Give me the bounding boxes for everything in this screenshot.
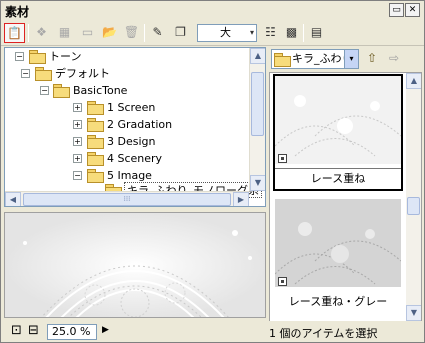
panel-menu-icon: ▤ bbox=[310, 25, 323, 39]
scroll-up-icon[interactable]: ▲ bbox=[250, 48, 265, 64]
material-preview bbox=[4, 212, 266, 318]
expand-icon[interactable]: + bbox=[73, 120, 82, 129]
new-folder-icon: ▭ bbox=[81, 25, 94, 39]
folder-icon bbox=[87, 101, 104, 115]
open-folder-icon: 📂 bbox=[102, 25, 117, 39]
thumbnail-name: レース重ね・グレー bbox=[288, 295, 388, 308]
toolbar-separator bbox=[144, 24, 145, 42]
folder-icon bbox=[87, 152, 104, 166]
tone-icon: ❖ bbox=[36, 25, 47, 39]
tree-item-label: 3 Design bbox=[107, 135, 156, 148]
thumbnail-item[interactable]: レース重ね・グレー bbox=[273, 197, 403, 313]
thumbnail-item[interactable]: レース重ね bbox=[273, 74, 403, 191]
scrollbar-thumb[interactable] bbox=[251, 72, 264, 136]
folder-icon bbox=[87, 169, 104, 183]
folder-icon bbox=[274, 53, 291, 67]
paste-material-icon: 📋 bbox=[7, 26, 22, 40]
scroll-left-icon[interactable]: ◀ bbox=[5, 192, 21, 206]
status-bar: ⊡ ⊟ 25.0 % ▶ 1 個のアイテムを選択 bbox=[1, 321, 424, 342]
zoom-menu-icon[interactable]: ▶ bbox=[102, 325, 109, 335]
toolbar-separator bbox=[28, 24, 29, 42]
scroll-up-icon[interactable]: ▲ bbox=[406, 73, 421, 89]
window-title: 素材 bbox=[5, 5, 30, 19]
minimize-button[interactable]: ▭ bbox=[389, 3, 404, 17]
thumbnail-image bbox=[275, 199, 401, 287]
tree-item-label: 1 Screen bbox=[107, 101, 156, 114]
chevron-down-icon: ▾ bbox=[249, 28, 254, 37]
open-folder-button[interactable]: 📂 bbox=[99, 23, 120, 43]
collapse-icon[interactable]: − bbox=[73, 171, 82, 180]
scrollbar-thumb[interactable]: ⁞⁞⁞ bbox=[23, 193, 231, 206]
tree-item-label: 4 Scenery bbox=[107, 152, 163, 165]
delete-icon: 🗑 bbox=[123, 25, 140, 39]
tree-item-label: 2 Gradation bbox=[107, 118, 173, 131]
fit-view-icon[interactable]: ⊡ bbox=[11, 323, 22, 338]
paste-material-button[interactable]: 📋 bbox=[4, 23, 25, 43]
collapse-icon[interactable]: − bbox=[21, 69, 30, 78]
zoom-field[interactable]: 25.0 % bbox=[47, 324, 97, 340]
title-bar[interactable]: 素材 ▭ ✕ bbox=[1, 1, 424, 20]
size-select-value: 大 bbox=[220, 26, 231, 39]
expand-icon[interactable]: + bbox=[73, 103, 82, 112]
collapse-icon[interactable]: − bbox=[40, 86, 49, 95]
tone-folder-icon bbox=[29, 50, 46, 64]
thumbnail-view-icon: ▩ bbox=[285, 25, 298, 39]
scrollbar-thumb[interactable] bbox=[407, 197, 420, 215]
tone-button[interactable]: ❖ bbox=[31, 23, 52, 43]
folder-icon bbox=[87, 135, 104, 149]
edit-button[interactable]: ✎ bbox=[147, 23, 168, 43]
material-tree: − トーン − デフォルト − BasicTone + 1 Screen + 2… bbox=[4, 47, 266, 207]
tree-horizontal-scrollbar[interactable]: ◀ ⁞⁞⁞ ▶ bbox=[5, 191, 249, 206]
lock-icon bbox=[278, 154, 287, 163]
expand-icon[interactable]: + bbox=[73, 154, 82, 163]
toolbar-separator bbox=[303, 24, 304, 42]
expand-icon[interactable]: + bbox=[73, 137, 82, 146]
list-view-icon: ☷ bbox=[265, 25, 276, 39]
edit-icon: ✎ bbox=[152, 25, 163, 39]
selection-status: 1 個のアイテムを選択 bbox=[269, 327, 378, 340]
zoom-value: 25.0 % bbox=[52, 325, 91, 338]
folder-icon bbox=[35, 67, 52, 81]
thumbnail-size-select[interactable]: 大 ▾ bbox=[197, 24, 257, 42]
tree-item-label: デフォルト bbox=[55, 67, 110, 80]
copy-button[interactable]: ❐ bbox=[170, 23, 191, 43]
thumbnail-vertical-scrollbar[interactable]: ▲ ▼ bbox=[406, 73, 421, 321]
thumbnail-view-button[interactable]: ▩ bbox=[281, 23, 302, 43]
list-view-button[interactable]: ☷ bbox=[260, 23, 281, 43]
toolbar: 📋 ❖ ▦ ▭ 📂 🗑 ✎ ❐ 大 ▾ ☷ ▩ ▤ bbox=[1, 21, 424, 46]
folder-forward-button[interactable]: ⇨ bbox=[385, 49, 403, 68]
thumbnail-image bbox=[275, 76, 401, 164]
thumbnail-divider bbox=[275, 168, 401, 169]
material-window: 素材 ▭ ✕ 📋 ❖ ▦ ▭ 📂 🗑 ✎ ❐ 大 ▾ ☷ ▩ ▤ − トーン − bbox=[0, 0, 425, 343]
scroll-down-icon[interactable]: ▼ bbox=[250, 175, 265, 191]
lace-preview-image bbox=[5, 213, 265, 317]
thumbnail-list: レース重ね レース重ね・グレー ▲ ▼ bbox=[269, 72, 422, 322]
tree-item-label: トーン bbox=[49, 50, 82, 63]
tree-vertical-scrollbar[interactable]: ▲ ▼ bbox=[249, 48, 265, 191]
scroll-down-icon[interactable]: ▼ bbox=[406, 305, 421, 321]
delete-button[interactable]: 🗑 bbox=[121, 23, 142, 43]
folder-up-button[interactable]: ⇧ bbox=[363, 49, 381, 68]
chevron-down-icon[interactable]: ▾ bbox=[344, 50, 358, 68]
folder-icon bbox=[87, 118, 104, 132]
scroll-right-icon[interactable]: ▶ bbox=[233, 192, 249, 206]
tree-item-label: BasicTone bbox=[73, 84, 128, 97]
grid-icon: ▦ bbox=[58, 25, 71, 39]
collapse-icon[interactable]: − bbox=[15, 52, 24, 61]
grid-button[interactable]: ▦ bbox=[54, 23, 75, 43]
new-folder-button[interactable]: ▭ bbox=[77, 23, 98, 43]
panel-menu-button[interactable]: ▤ bbox=[306, 23, 327, 43]
folder-icon bbox=[53, 84, 70, 98]
actual-size-icon[interactable]: ⊟ bbox=[28, 323, 39, 338]
lock-icon bbox=[278, 277, 287, 286]
close-button[interactable]: ✕ bbox=[405, 3, 420, 17]
copy-icon: ❐ bbox=[175, 25, 186, 39]
thumbnail-name: レース重ね bbox=[310, 172, 366, 185]
